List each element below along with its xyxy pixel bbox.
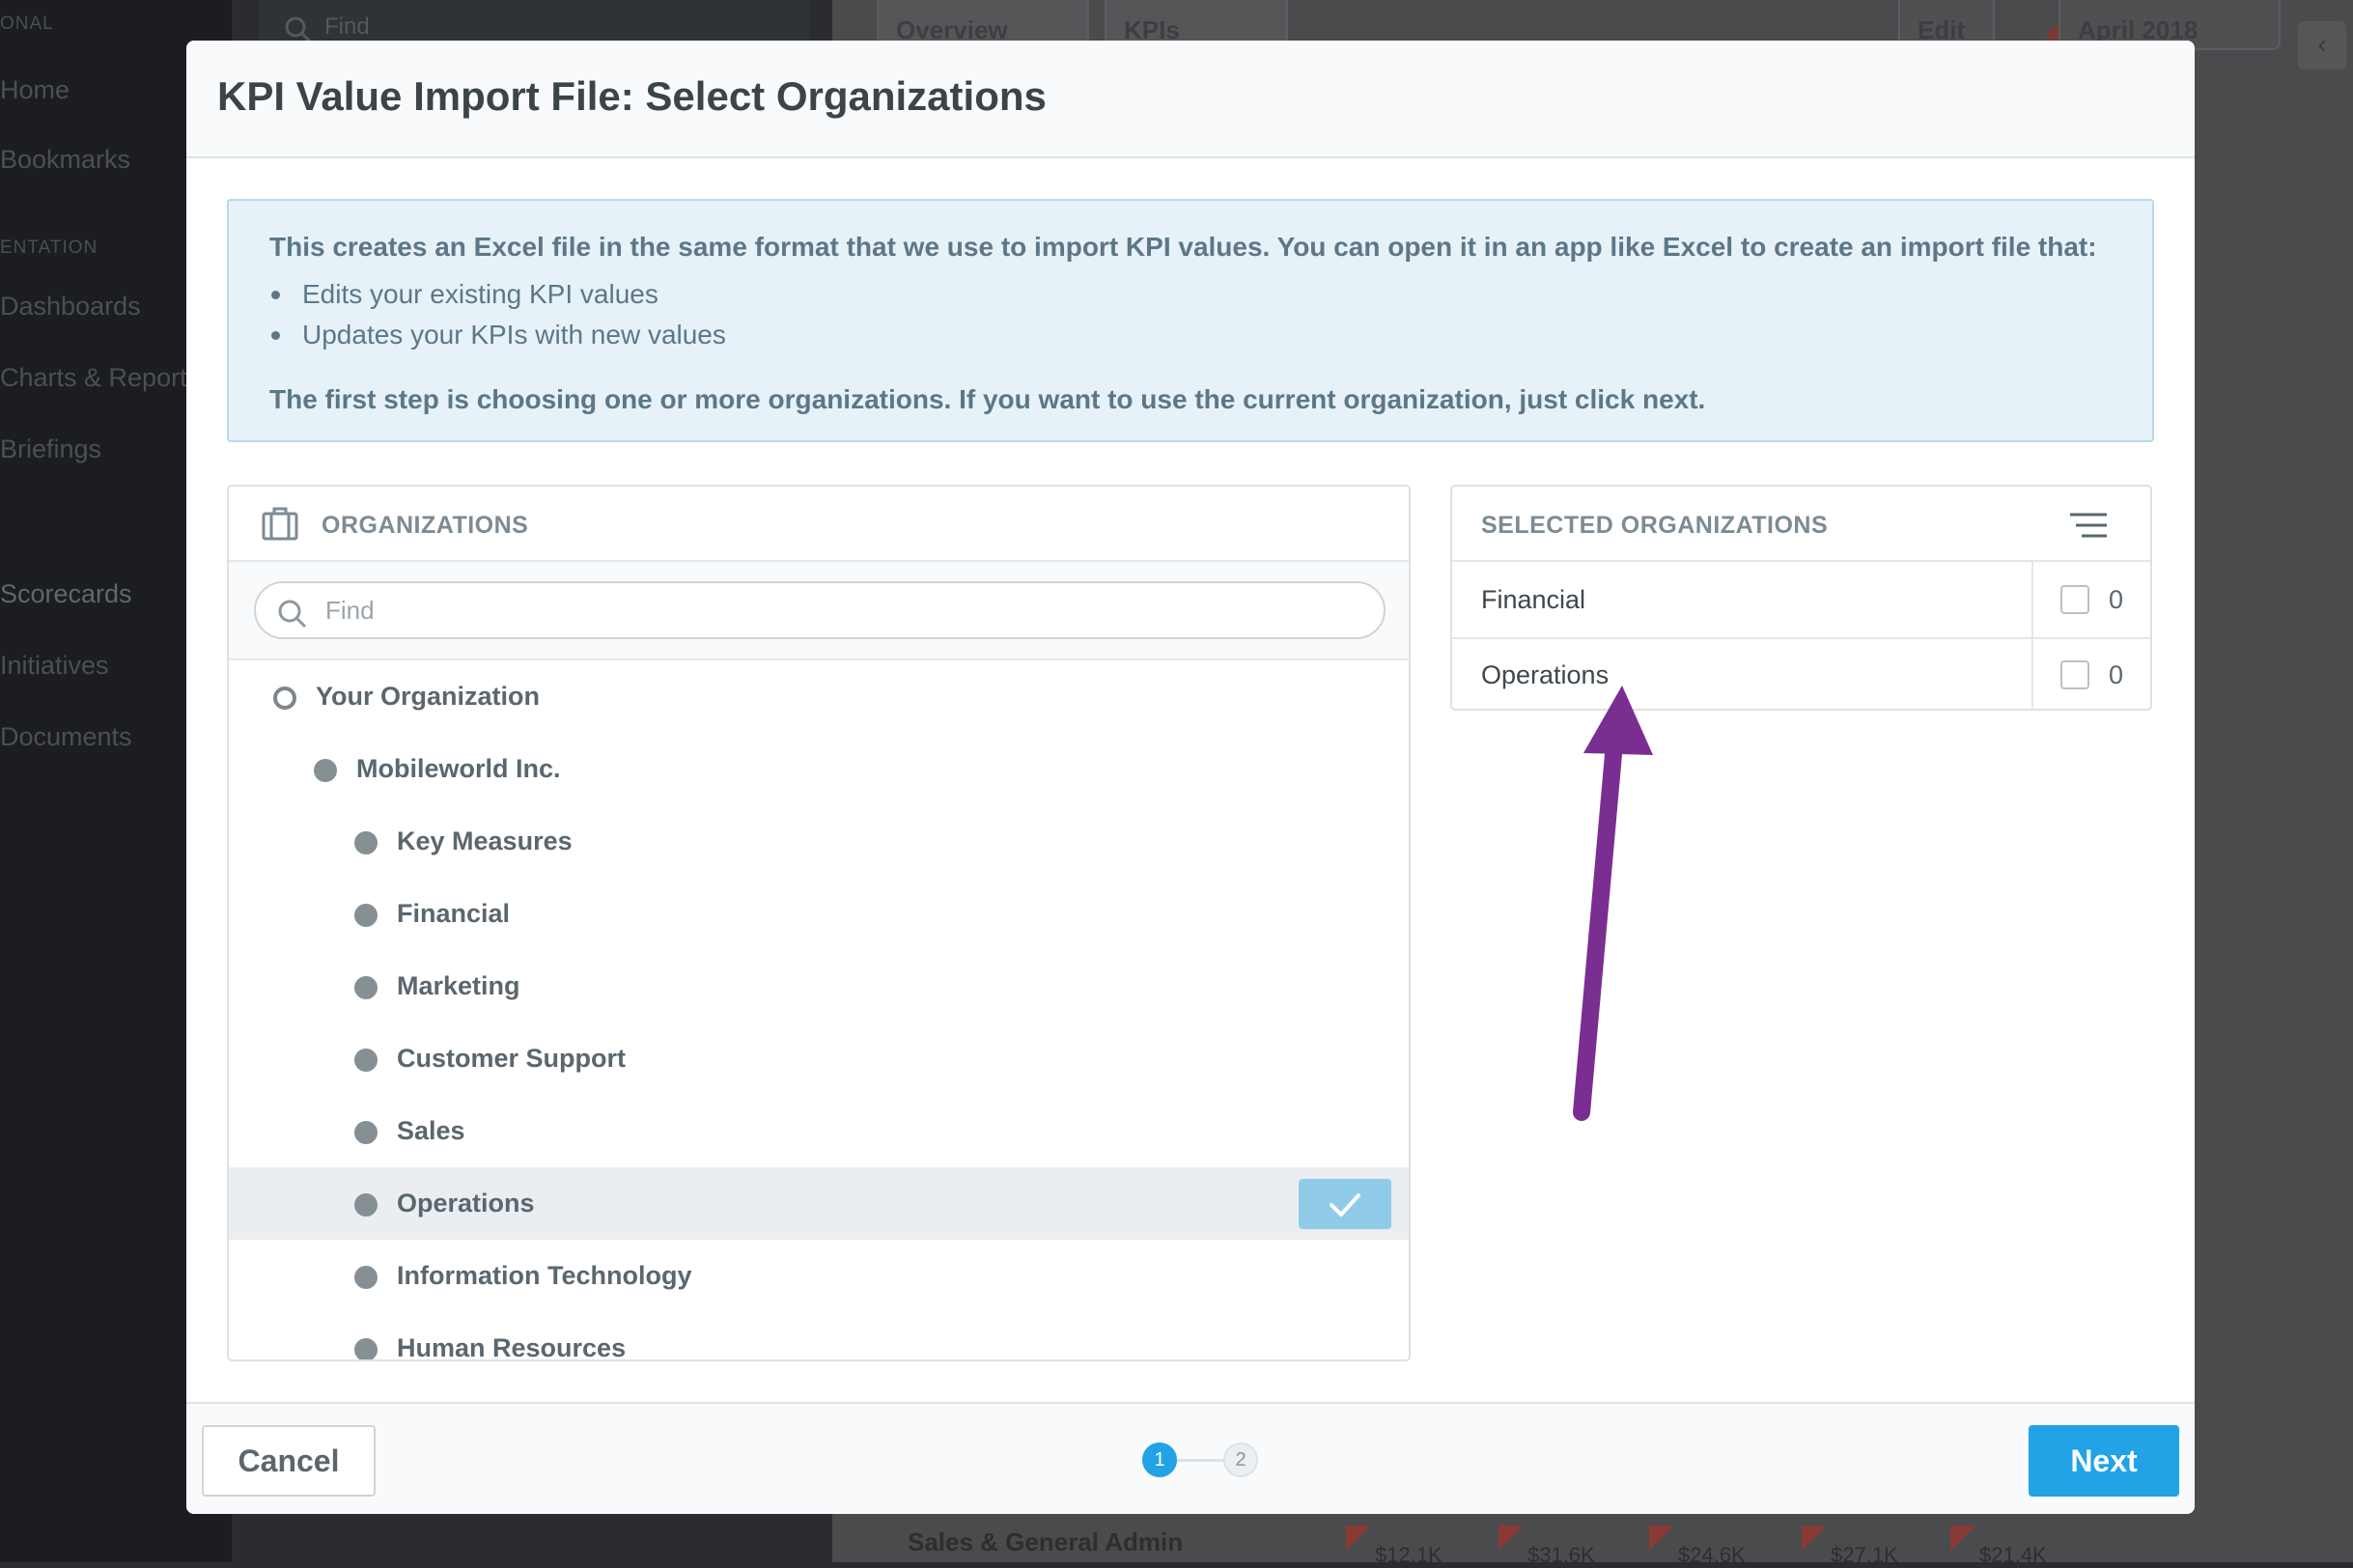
tree-item-label: Customer Support: [397, 1044, 627, 1073]
selected-item-checkbox[interactable]: [2060, 585, 2089, 614]
dot-icon: [354, 831, 378, 854]
background-value: $31.6K: [1527, 1543, 1595, 1567]
info-intro: This creates an Excel file in the same f…: [269, 232, 2097, 262]
tree-item-label: Information Technology: [397, 1261, 692, 1290]
selected-item-operations[interactable]: Operations 0: [1452, 637, 2150, 709]
organizations-search-area: [229, 562, 1409, 660]
modal-title: KPI Value Import File: Select Organizati…: [217, 73, 1047, 119]
tree-item-label: Key Measures: [397, 826, 573, 855]
tree-item-sales[interactable]: Sales: [229, 1095, 1409, 1167]
sidebar-item-scorecards[interactable]: Scorecards: [0, 579, 132, 609]
background-value: $24.6K: [1678, 1543, 1746, 1567]
selected-check-button[interactable]: [1299, 1179, 1391, 1229]
import-modal: KPI Value Import File: Select Organizati…: [186, 41, 2195, 1514]
dot-icon: [354, 1049, 378, 1072]
organizations-header: ORGANIZATIONS: [229, 487, 1409, 562]
selected-organizations-title: SELECTED ORGANIZATIONS: [1481, 512, 1829, 539]
tree-item-label: Mobileworld Inc.: [356, 754, 561, 783]
tree-item-customer-support[interactable]: Customer Support: [229, 1022, 1409, 1095]
info-bullet: Updates your KPIs with new values: [269, 315, 726, 355]
step-1: 1: [1142, 1442, 1177, 1477]
search-placeholder: Find: [324, 14, 370, 40]
step-2: 2: [1223, 1442, 1258, 1477]
dot-icon: [354, 1266, 378, 1289]
sidebar-item-bookmarks[interactable]: Bookmarks: [0, 145, 130, 175]
tree-item-label: Sales: [397, 1116, 465, 1145]
tree-item-label: Operations: [397, 1189, 535, 1218]
flag-icon: [1649, 1526, 1674, 1551]
checkmark-icon: [1330, 1193, 1360, 1217]
flag-icon: [1346, 1526, 1371, 1551]
selected-item-count: 0: [2109, 585, 2124, 614]
sidebar-section-label: ONAL: [0, 14, 54, 34]
selected-item-name: Operations: [1481, 660, 1610, 689]
flag-icon: [1802, 1526, 1827, 1551]
selected-organizations-header: SELECTED ORGANIZATIONS: [1452, 487, 2150, 562]
sidebar-item-charts-reports[interactable]: Charts & Reports: [0, 363, 200, 393]
sidebar-item-briefings[interactable]: Briefings: [0, 434, 101, 464]
organization-search-input[interactable]: [254, 581, 1386, 639]
background-value: $12.1K: [1375, 1543, 1443, 1567]
info-bullet: Edits your existing KPI values: [269, 274, 726, 315]
dot-icon: [354, 904, 378, 927]
background-row-label: Sales & General Admin: [908, 1527, 1184, 1556]
flag-icon: [1499, 1526, 1524, 1551]
tree-item-human-resources[interactable]: Human Resources: [229, 1312, 1409, 1361]
chevron-left-icon[interactable]: ‹: [2298, 21, 2346, 70]
selected-item-checkbox[interactable]: [2060, 660, 2089, 689]
cancel-button[interactable]: Cancel: [202, 1425, 376, 1497]
info-box: This creates an Excel file in the same f…: [227, 199, 2154, 442]
info-bullet-list: Edits your existing KPI values Updates y…: [269, 274, 726, 355]
background-value: $27.1K: [1831, 1543, 1898, 1567]
selected-organizations-panel: SELECTED ORGANIZATIONS Financial 0 Opera…: [1450, 485, 2152, 711]
modal-header: KPI Value Import File: Select Organizati…: [186, 41, 2195, 158]
tree-item-label: Your Organization: [316, 682, 541, 711]
tree-item-key-measures[interactable]: Key Measures: [229, 805, 1409, 878]
tree-item-label: Marketing: [397, 971, 520, 1000]
modal-footer: Cancel 1 2 Next: [186, 1402, 2195, 1514]
circle-icon: [273, 686, 296, 710]
selected-item-financial[interactable]: Financial 0: [1452, 562, 2150, 639]
sidebar-section-label: ENTATION: [0, 238, 98, 258]
step-indicator: 1 2: [1142, 1442, 1270, 1477]
search-icon: [278, 600, 307, 629]
sidebar-item-dashboards[interactable]: Dashboards: [0, 292, 141, 322]
sidebar-item-home[interactable]: Home: [0, 75, 70, 105]
dot-icon: [354, 1193, 378, 1217]
tree-item-your-organization[interactable]: Your Organization: [229, 660, 1409, 733]
tree-item-operations[interactable]: Operations: [229, 1167, 1409, 1240]
sort-menu-icon[interactable]: [2070, 512, 2107, 539]
briefcase-icon: [262, 507, 298, 541]
next-button[interactable]: Next: [2029, 1425, 2179, 1497]
tree-item-mobileworld[interactable]: Mobileworld Inc.: [229, 733, 1409, 805]
dot-icon: [354, 1338, 378, 1359]
dot-icon: [314, 759, 337, 782]
divider: [2031, 562, 2033, 637]
selected-item-name: Financial: [1481, 585, 1586, 614]
selected-item-count: 0: [2109, 660, 2124, 689]
organizations-panel: ORGANIZATIONS Your Organization Mobilewo…: [227, 485, 1411, 1361]
sidebar-item-documents[interactable]: Documents: [0, 722, 132, 752]
tree-item-label: Human Resources: [397, 1333, 627, 1361]
organizations-title: ORGANIZATIONS: [322, 512, 529, 539]
sidebar-item-initiatives[interactable]: Initiatives: [0, 651, 109, 681]
tree-item-financial[interactable]: Financial: [229, 878, 1409, 950]
background-value: $21.4K: [1979, 1543, 2047, 1567]
dot-icon: [354, 1121, 378, 1144]
dot-icon: [354, 976, 378, 999]
flag-icon: [1950, 1526, 1975, 1551]
divider: [2031, 637, 2033, 709]
tree-item-information-technology[interactable]: Information Technology: [229, 1240, 1409, 1312]
tree-item-label: Financial: [397, 899, 511, 928]
tree-item-marketing[interactable]: Marketing: [229, 950, 1409, 1022]
info-outro: The first step is choosing one or more o…: [269, 384, 1706, 414]
